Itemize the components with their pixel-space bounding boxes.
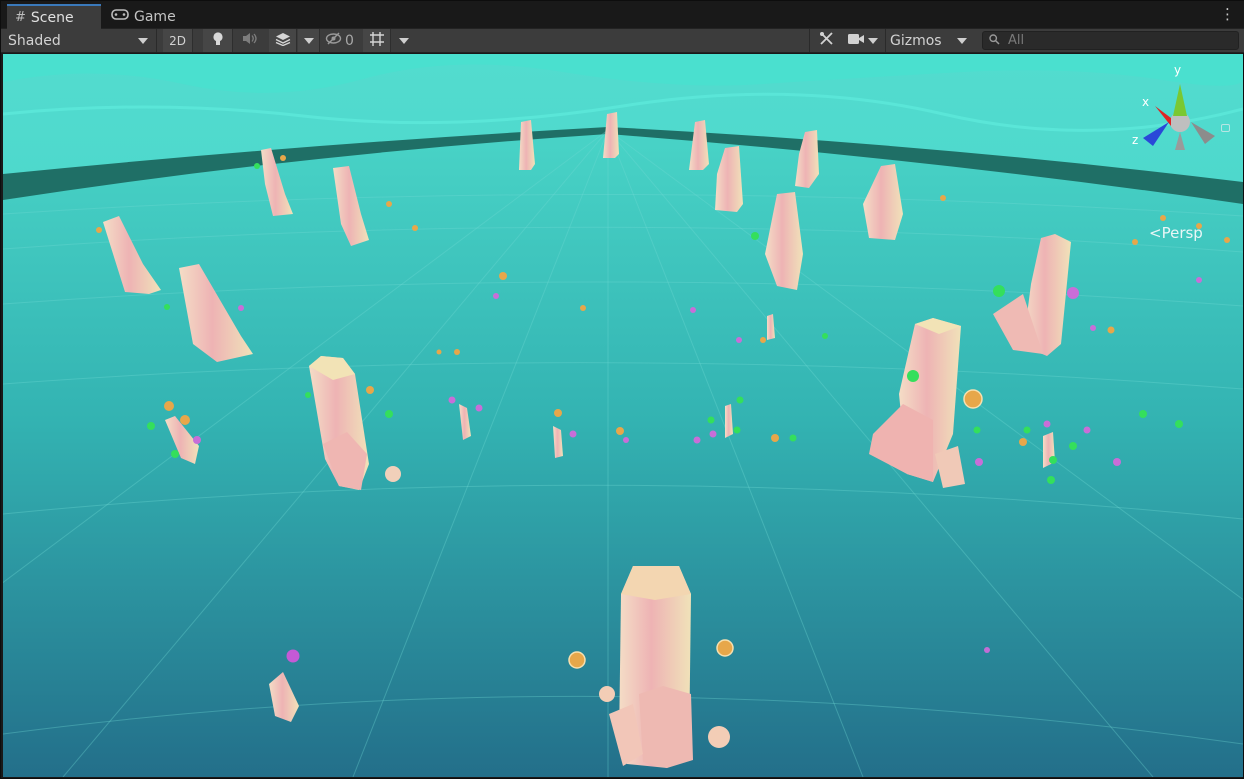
speaker-icon	[242, 32, 258, 49]
lightbulb-icon	[212, 31, 224, 50]
toggle-2d-label: 2D	[169, 33, 186, 48]
gizmo-z-label: z	[1132, 133, 1138, 147]
tab-game[interactable]: Game	[103, 4, 183, 29]
effects-toggle-button[interactable]	[269, 29, 297, 52]
eye-hidden-icon	[325, 32, 342, 49]
projection-toggle[interactable]: <Persp	[1149, 224, 1203, 242]
tab-scene[interactable]: # Scene	[7, 4, 101, 29]
camera-icon	[848, 33, 864, 49]
chevron-down-icon	[957, 37, 967, 44]
scene-search-input[interactable]: All	[982, 31, 1239, 50]
tab-game-label: Game	[134, 8, 176, 25]
lock-icon[interactable]	[1221, 124, 1230, 132]
hidden-objects-toggle[interactable]: 0	[325, 29, 359, 52]
gizmos-dropdown[interactable]: Gizmos	[887, 29, 975, 52]
projection-label: Persp	[1161, 224, 1203, 242]
tab-bar: # Scene Game ⋮	[1, 1, 1244, 29]
gizmos-label: Gizmos	[890, 32, 942, 49]
scene-viewport[interactable]: y x z <Persp	[3, 54, 1243, 777]
layers-icon	[275, 32, 291, 50]
effects-dropdown[interactable]	[298, 29, 320, 52]
chevron-left-icon: <	[1149, 224, 1162, 242]
grid-icon: #	[15, 10, 26, 25]
shading-mode-dropdown[interactable]: Shaded	[1, 29, 157, 52]
search-placeholder: All	[1008, 33, 1025, 48]
scene-toolbar: Shaded 2D 0 Gizmos All	[1, 29, 1244, 53]
camera-settings-dropdown[interactable]	[843, 29, 883, 52]
chevron-down-icon	[399, 37, 409, 44]
gizmo-y-label: y	[1174, 63, 1181, 77]
toggle-2d-button[interactable]: 2D	[163, 29, 193, 52]
tools-button[interactable]	[813, 29, 839, 52]
scene-render: y x z	[3, 54, 1243, 777]
audio-toggle-button[interactable]	[235, 29, 265, 52]
gizmo-x-label: x	[1142, 95, 1149, 109]
tools-icon	[819, 31, 834, 50]
chevron-down-icon	[303, 37, 314, 44]
chevron-down-icon	[138, 37, 148, 44]
gamepad-icon	[111, 9, 129, 24]
tab-scene-label: Scene	[30, 9, 74, 26]
chevron-down-icon	[868, 37, 878, 44]
scene-window: # Scene Game ⋮ Shaded 2D 0 Gizmos All y …	[0, 0, 1244, 779]
lighting-toggle-button[interactable]	[203, 29, 233, 52]
grid-toggle-icon	[369, 31, 385, 51]
shading-mode-label: Shaded	[8, 32, 61, 49]
grid-dropdown[interactable]	[393, 29, 415, 52]
search-icon	[989, 33, 1000, 48]
more-options-icon[interactable]: ⋮	[1220, 6, 1235, 22]
hidden-count: 0	[345, 32, 354, 49]
grid-snap-button[interactable]	[363, 29, 391, 52]
